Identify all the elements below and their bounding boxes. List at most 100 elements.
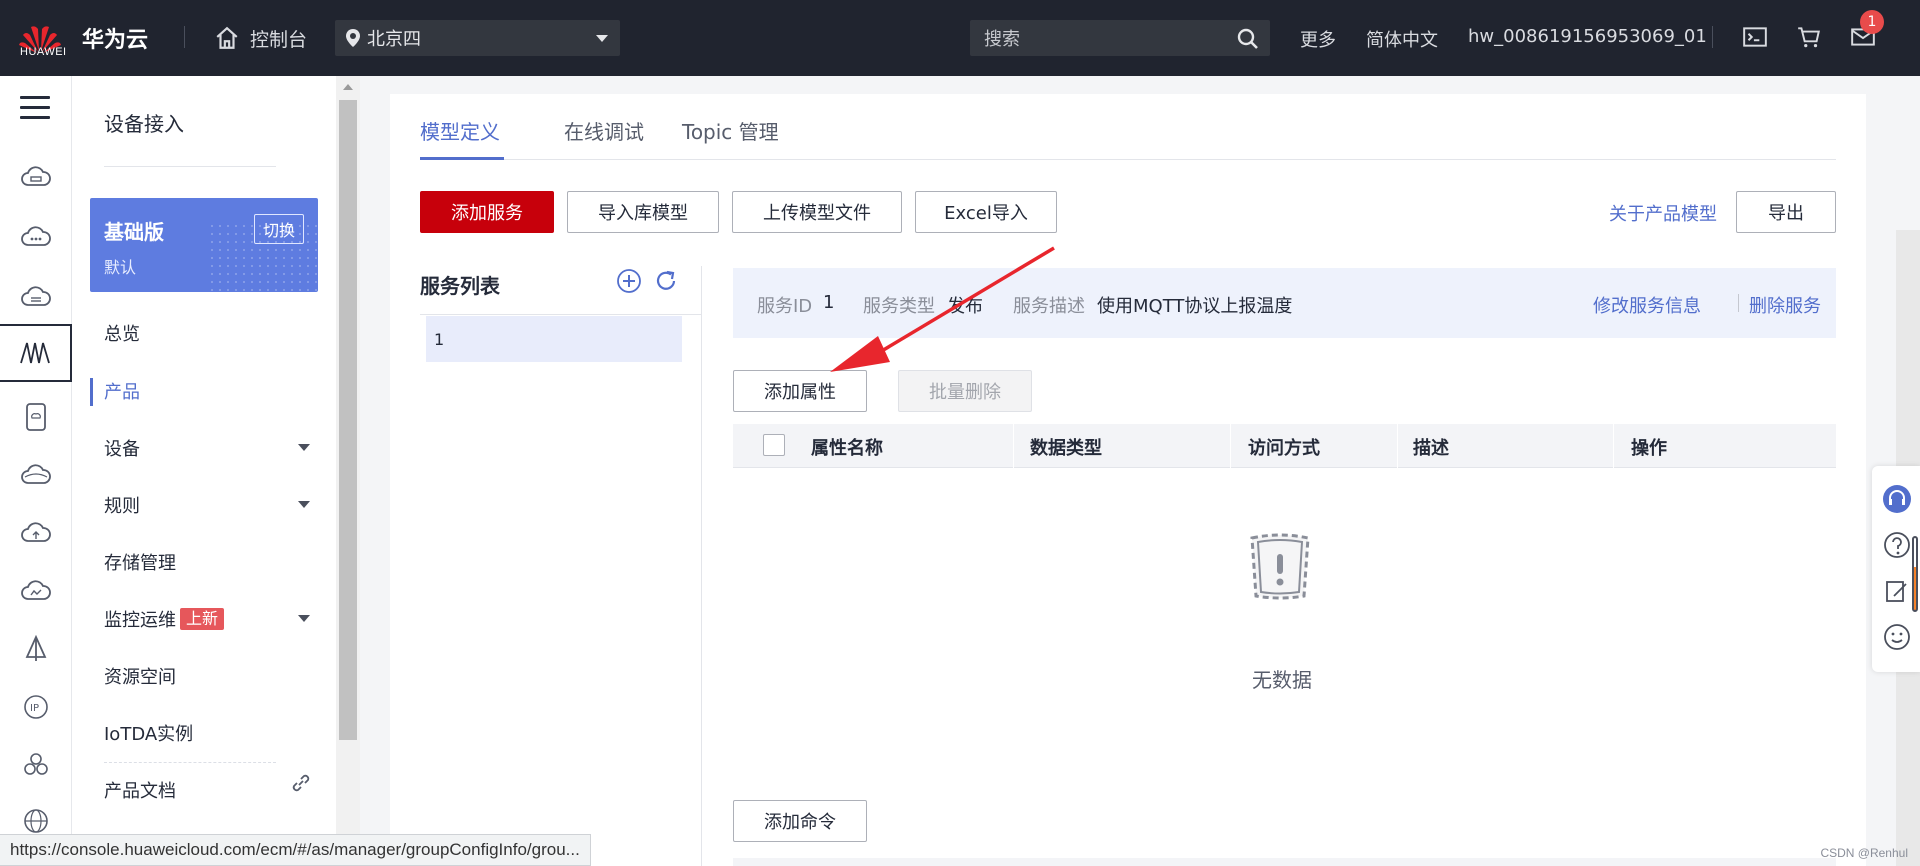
add-circle-icon[interactable] <box>616 268 642 294</box>
service-icon-rail: IP <box>0 76 72 866</box>
device-access-sidebar: 设备接入 基础版 默认 切换 总览 产品 设备 规则 存储管理 监控运维 上新 … <box>72 76 336 866</box>
add-service-button[interactable]: 添加服务 <box>420 191 554 233</box>
header-divider <box>184 26 185 48</box>
region-select[interactable]: 北京四 <box>335 20 620 56</box>
service-list-item[interactable]: 1 <box>426 316 682 362</box>
add-command-button[interactable]: 添加命令 <box>733 800 867 842</box>
empty-state-text: 无数据 <box>1252 668 1312 692</box>
edition-instance: 默认 <box>104 258 137 277</box>
service-list-title: 服务列表 <box>420 274 500 298</box>
terminal-icon[interactable] <box>1742 24 1768 50</box>
upload-model-file-button[interactable]: 上传模型文件 <box>732 191 902 233</box>
sidebar-item-iotda-instance[interactable]: IoTDA实例 <box>104 720 193 746</box>
chevron-down-icon <box>596 35 608 42</box>
column-divider <box>1613 424 1614 468</box>
excel-import-button[interactable]: Excel导入 <box>915 191 1057 233</box>
watermark: CSDN @Renhul <box>1820 846 1908 860</box>
active-tab-indicator <box>420 157 504 160</box>
service-desc-value: 使用MQTT协议上报温度 <box>1097 296 1293 317</box>
sidebar-divider <box>104 762 276 763</box>
about-product-model-link[interactable]: 关于产品模型 <box>1609 200 1717 226</box>
column-header-actions[interactable]: 操作 <box>1631 434 1667 460</box>
tab-topic-management[interactable]: Topic 管理 <box>682 116 779 145</box>
region-value: 北京四 <box>367 29 421 50</box>
chevron-down-icon[interactable] <box>298 615 310 622</box>
edit-service-link[interactable]: 修改服务信息 <box>1593 292 1701 318</box>
edition-switch-button[interactable]: 切换 <box>253 214 304 244</box>
column-header-access-mode[interactable]: 访问方式 <box>1248 434 1320 460</box>
sidebar-item-monitoring[interactable]: 监控运维 上新 <box>104 606 225 632</box>
language-switch[interactable]: 简体中文 <box>1366 26 1438 52</box>
column-divider <box>1230 424 1231 468</box>
search-placeholder: 搜索 <box>984 29 1020 50</box>
scroll-up-icon[interactable] <box>343 84 353 90</box>
tab-bar: 模型定义 在线调试 Topic 管理 <box>420 94 1836 160</box>
cart-icon[interactable] <box>1796 24 1822 50</box>
sidebar-item-resource-space[interactable]: 资源空间 <box>104 663 176 689</box>
empty-data-icon <box>1250 533 1310 600</box>
sidebar-item-device[interactable]: 设备 <box>104 435 140 461</box>
column-header-property-name[interactable]: 属性名称 <box>811 434 883 460</box>
export-button[interactable]: 导出 <box>1736 191 1836 233</box>
cloud-monitor-icon[interactable] <box>0 562 72 620</box>
service-id-label: 服务ID <box>757 296 813 317</box>
scrollbar-thumb[interactable] <box>339 100 357 740</box>
import-library-model-button[interactable]: 导入库模型 <box>567 191 719 233</box>
chevron-down-icon[interactable] <box>298 444 310 451</box>
link-icon[interactable] <box>290 772 312 794</box>
column-header-data-type[interactable]: 数据类型 <box>1030 434 1102 460</box>
feedback-edit-icon[interactable] <box>1882 576 1912 606</box>
delete-service-link[interactable]: 删除服务 <box>1749 292 1821 318</box>
more-link[interactable]: 更多 <box>1300 26 1336 52</box>
progress-indicator <box>1912 536 1918 612</box>
refresh-icon[interactable] <box>653 268 679 294</box>
smiley-icon[interactable] <box>1882 622 1912 652</box>
ip-icon[interactable]: IP <box>0 678 72 736</box>
mail-badge: 1 <box>1860 10 1884 34</box>
sidebar-item-docs[interactable]: 产品文档 <box>104 777 176 803</box>
console-link[interactable]: 控制台 <box>214 20 307 56</box>
headset-support-icon[interactable] <box>1882 484 1912 514</box>
username[interactable]: hw_008619156953069_01 <box>1468 26 1707 47</box>
sidebar-item-label: 监控运维 <box>104 610 176 631</box>
tab-model-definition[interactable]: 模型定义 <box>420 116 500 145</box>
help-icon[interactable] <box>1882 530 1912 560</box>
column-header-description[interactable]: 描述 <box>1413 434 1449 460</box>
console-label: 控制台 <box>250 28 308 51</box>
cloud-server-icon[interactable] <box>0 148 72 206</box>
search-icon[interactable] <box>1236 27 1260 51</box>
sidebar-title: 设备接入 <box>104 112 184 136</box>
sidebar-item-overview[interactable]: 总览 <box>104 320 140 346</box>
cloud-database-icon[interactable] <box>0 268 72 326</box>
sidebar-item-rules[interactable]: 规则 <box>104 492 140 518</box>
edition-name: 基础版 <box>104 220 164 244</box>
cloud-dots-icon[interactable] <box>0 208 72 266</box>
select-all-checkbox[interactable] <box>763 434 785 456</box>
header-divider <box>1712 26 1713 48</box>
sidebar-item-product[interactable]: 产品 <box>104 378 140 404</box>
sidebar-scrollbar[interactable] <box>336 76 360 866</box>
sail-icon[interactable] <box>0 620 72 678</box>
home-icon <box>216 26 238 49</box>
new-badge: 上新 <box>180 608 225 630</box>
service-list-divider <box>420 314 701 315</box>
search-input[interactable]: 搜索 <box>970 20 1270 56</box>
sidebar-divider <box>104 166 276 167</box>
cluster-icon[interactable] <box>0 736 72 794</box>
top-header: HUAWEI 华为云 控制台 北京四 搜索 更多 简体中文 hw_0086191… <box>0 0 1920 76</box>
brand-name[interactable]: 华为云 <box>82 22 148 54</box>
command-table-header <box>733 858 1836 866</box>
cloud-upload-icon[interactable] <box>0 504 72 562</box>
link-divider <box>1738 294 1739 312</box>
tab-online-debug[interactable]: 在线调试 <box>564 116 644 145</box>
phone-cloud-icon[interactable] <box>0 388 72 446</box>
cloud-layers-icon[interactable] <box>0 446 72 504</box>
sidebar-item-storage[interactable]: 存储管理 <box>104 549 176 575</box>
hamburger-menu-icon[interactable] <box>20 96 50 126</box>
annotation-arrow-icon <box>830 246 1055 372</box>
active-indicator <box>90 378 93 406</box>
column-divider <box>1397 424 1398 468</box>
chevron-down-icon[interactable] <box>298 501 310 508</box>
iot-device-access-icon[interactable] <box>0 324 72 382</box>
browser-status-url: https://console.huaweicloud.com/ecm/#/as… <box>0 834 591 866</box>
